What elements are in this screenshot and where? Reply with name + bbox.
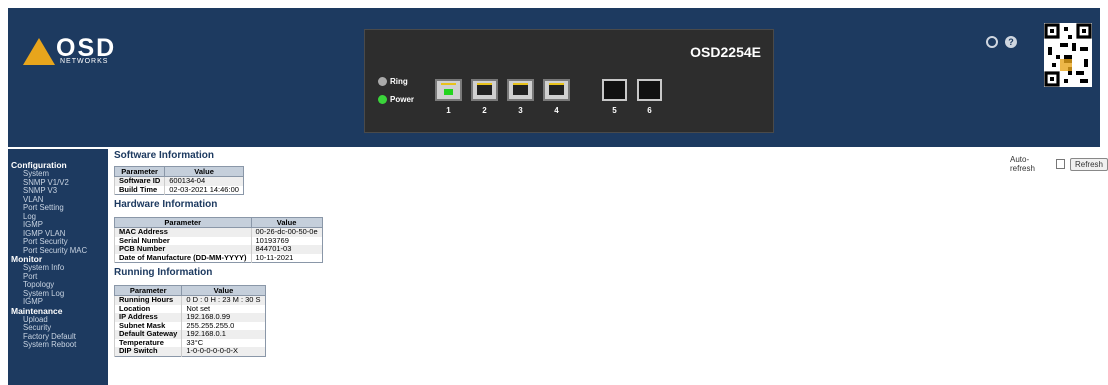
device-model: OSD2254E xyxy=(690,44,761,60)
power-led-label: Power xyxy=(390,95,415,104)
port-label: 5 xyxy=(612,106,617,115)
ring-led-icon xyxy=(378,77,387,86)
nav-item-system-reboot[interactable]: System Reboot xyxy=(8,340,108,350)
running-info-title: Running Information xyxy=(114,267,213,278)
column-header: Value xyxy=(250,217,323,228)
help-icon[interactable]: ? xyxy=(1005,36,1017,48)
running-info-table: Parameter Value Running Hours 0 D : 0 H : … xyxy=(113,285,266,357)
table-row: Build Time 02-03-2021 14:46:00 xyxy=(113,185,244,195)
logout-icon[interactable] xyxy=(986,36,998,48)
osd-logo: OSD NETWORKS xyxy=(23,34,133,78)
left-nav: Configuration System SNMP V1/V2 SNMP V3 … xyxy=(8,149,108,385)
port-6[interactable] xyxy=(637,79,662,101)
auto-refresh-checkbox[interactable] xyxy=(1055,159,1065,169)
power-led-icon xyxy=(378,95,387,104)
device-front-panel: OSD2254E Ring Power 1 2 3 4 5 6 xyxy=(364,29,774,133)
port-label: 4 xyxy=(554,106,559,115)
port-label: 3 xyxy=(518,106,523,115)
value-cell: 10-11-2021 xyxy=(250,253,323,263)
param-cell: Date of Manufacture (DD-MM-YYYY) xyxy=(114,253,252,263)
value-cell: 02-03-2021 14:46:00 xyxy=(164,185,244,195)
refresh-button[interactable]: Refresh xyxy=(1069,157,1108,171)
header-banner: OSD NETWORKS OSD2254E Ring Power 1 2 3 4… xyxy=(8,8,1100,147)
table-row: DIP Switch 1-0-0-0-0-0-0-X xyxy=(113,346,266,356)
ring-led: Ring xyxy=(378,77,408,86)
column-header: Value xyxy=(164,166,244,177)
auto-refresh-bar: Auto-refresh Refresh xyxy=(1010,155,1108,173)
param-cell: Build Time xyxy=(113,185,165,195)
hardware-info-table: Parameter Value MAC Address 00-26-dc-00-50… xyxy=(114,217,323,263)
column-header: Parameter xyxy=(113,166,166,177)
port-4[interactable] xyxy=(543,79,570,101)
hardware-info-title: Hardware Information xyxy=(114,199,218,210)
logo-sub: NETWORKS xyxy=(60,58,109,65)
value-cell: 1-0-0-0-0-0-0-X xyxy=(181,346,266,356)
port-3[interactable] xyxy=(507,79,534,101)
port-label: 6 xyxy=(647,106,652,115)
table-row: Date of Manufacture (DD-MM-YYYY) 10-11-20… xyxy=(114,253,323,263)
auto-refresh-label: Auto-refresh xyxy=(1010,155,1035,173)
column-header: Value xyxy=(181,285,266,296)
main-content: Software Information Parameter Value Soft… xyxy=(113,150,734,357)
qr-code xyxy=(1044,23,1092,87)
port-1[interactable] xyxy=(435,79,462,101)
column-header: Parameter xyxy=(114,217,252,228)
software-info-table: Parameter Value Software ID 600134-04 Buil… xyxy=(113,166,244,195)
port-5[interactable] xyxy=(602,79,627,101)
ring-led-label: Ring xyxy=(390,77,408,86)
logo-triangle-icon xyxy=(23,38,55,65)
software-info-title: Software Information xyxy=(114,150,215,161)
column-header: Parameter xyxy=(113,285,183,296)
port-label: 1 xyxy=(446,106,451,115)
port-link-icon xyxy=(444,89,453,95)
port-2[interactable] xyxy=(471,79,498,101)
port-label: 2 xyxy=(482,106,487,115)
power-led: Power xyxy=(378,95,414,104)
param-cell: DIP Switch xyxy=(113,346,182,356)
